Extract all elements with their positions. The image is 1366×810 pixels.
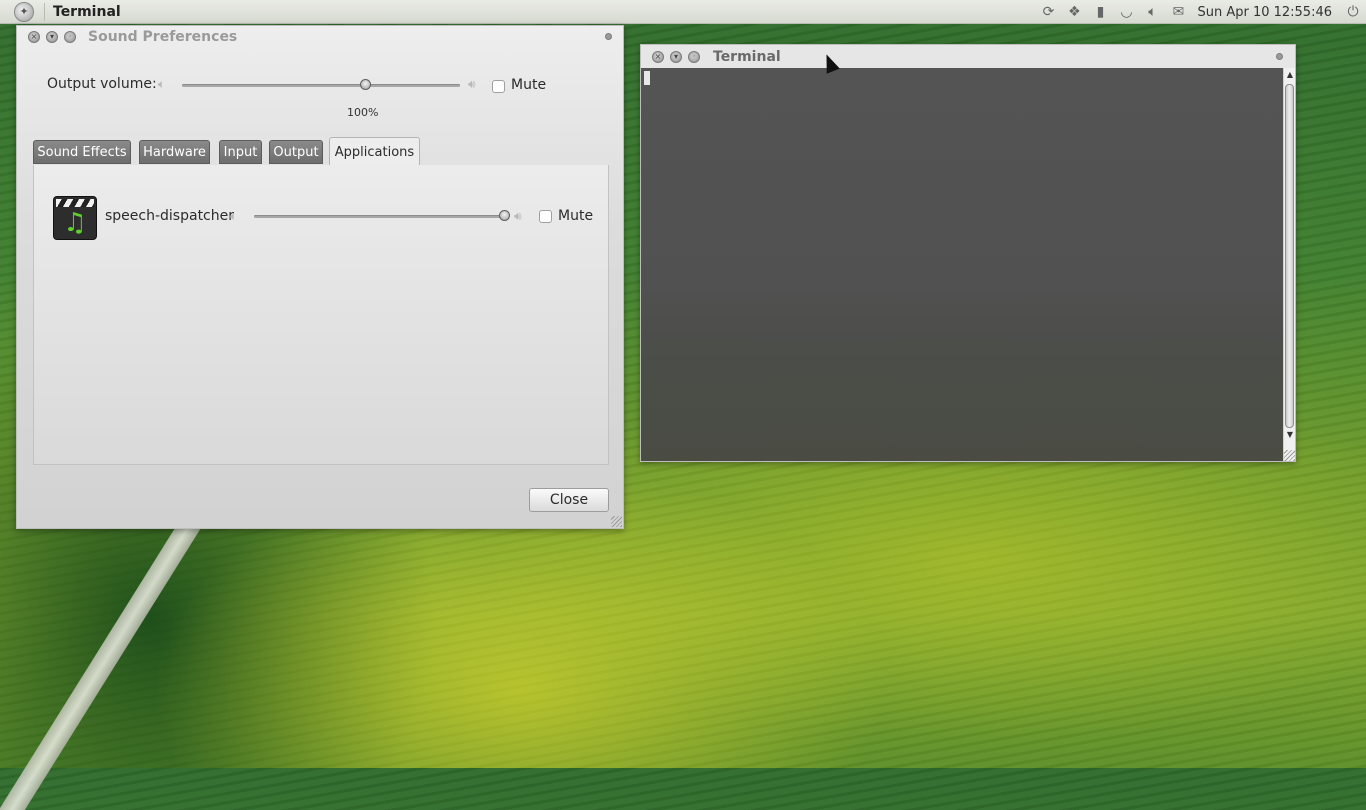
terminal-maximize-icon[interactable]: ◦: [688, 50, 700, 63]
terminal-resize-grip[interactable]: [1284, 450, 1295, 461]
terminal-output-area[interactable]: [641, 68, 1283, 461]
volume-high-icon: 🔊︎: [468, 77, 476, 91]
minimize-window-icon[interactable]: ▾: [46, 31, 58, 43]
output-volume-percent: 100%: [347, 106, 379, 119]
mail-icon[interactable]: ✉: [1169, 3, 1187, 21]
active-window-title: Terminal: [53, 3, 121, 20]
media-app-icon: ♫: [53, 196, 97, 240]
terminal-scrollbar[interactable]: ▲ ▼: [1283, 68, 1295, 461]
clapperboard-icon: [56, 199, 94, 207]
resize-grip[interactable]: [611, 516, 622, 527]
output-mute-label[interactable]: Mute: [511, 77, 546, 93]
scrollbar-thumb[interactable]: [1285, 84, 1294, 428]
output-volume-label: Output volume:: [47, 76, 157, 92]
window-title: Sound Preferences: [88, 29, 238, 45]
sound-titlebar[interactable]: × ▾ ◦ Sound Preferences: [17, 26, 623, 48]
volume-icon[interactable]: 🔈︎: [1143, 3, 1161, 21]
menu-logo-icon[interactable]: ✦: [14, 1, 34, 22]
network-sync-icon[interactable]: ⟳: [1039, 3, 1057, 21]
sound-preferences-window: × ▾ ◦ Sound Preferences Output volume: 🔈…: [16, 25, 624, 529]
power-icon[interactable]: ⏻: [1344, 3, 1362, 21]
terminal-menu-icon[interactable]: [1276, 53, 1283, 60]
wifi-icon[interactable]: ◡: [1117, 3, 1135, 21]
tab-input[interactable]: Input: [219, 140, 262, 164]
music-note-icon: ♫: [63, 208, 87, 238]
top-panel: ✦ Terminal ⟳ ❖ ▮ ◡ 🔈︎ ✉ Sun Apr 10 12:55…: [0, 0, 1366, 24]
terminal-close-icon[interactable]: ×: [652, 50, 664, 63]
output-mute-checkbox[interactable]: [492, 80, 505, 93]
close-window-icon[interactable]: ×: [28, 31, 40, 43]
window-menu-icon[interactable]: [605, 33, 612, 40]
text-cursor: [644, 71, 650, 85]
terminal-window: × ▾ ◦ Terminal ▲ ▼: [640, 44, 1296, 462]
app-mute-label[interactable]: Mute: [558, 208, 593, 224]
app-volume-knob[interactable]: [499, 210, 510, 221]
battery-icon[interactable]: ▮: [1091, 3, 1109, 21]
app-volume-slider[interactable]: [254, 215, 504, 218]
scroll-up-icon[interactable]: ▲: [1285, 70, 1295, 79]
terminal-title: Terminal: [713, 48, 781, 65]
system-tray: ⟳ ❖ ▮ ◡ 🔈︎ ✉ Sun Apr 10 12:55:46 ⏻: [1035, 0, 1366, 24]
app-mute-checkbox[interactable]: [539, 210, 552, 223]
scroll-down-icon[interactable]: ▼: [1285, 430, 1295, 439]
dropbox-icon[interactable]: ❖: [1065, 3, 1083, 21]
maximize-window-icon[interactable]: ◦: [64, 31, 76, 43]
app-volume-high-icon: 🔊︎: [514, 209, 522, 223]
terminal-minimize-icon[interactable]: ▾: [670, 50, 682, 63]
output-volume-slider[interactable]: [182, 84, 460, 87]
tab-hardware[interactable]: Hardware: [139, 140, 210, 164]
desktop-road: [0, 520, 207, 810]
tab-sound-effects[interactable]: Sound Effects: [33, 140, 131, 164]
clock[interactable]: Sun Apr 10 12:55:46: [1197, 5, 1332, 20]
panel-separator: [44, 2, 45, 21]
output-volume-knob[interactable]: [360, 79, 372, 90]
close-button[interactable]: Close: [529, 488, 609, 512]
volume-low-icon: 🔈︎: [158, 77, 166, 91]
tab-applications[interactable]: Applications: [329, 137, 420, 166]
app-name: speech-dispatcher: [105, 208, 234, 224]
app-volume-low-icon: 🔈︎: [230, 209, 238, 223]
tab-output[interactable]: Output: [269, 140, 323, 164]
terminal-titlebar[interactable]: × ▾ ◦ Terminal: [641, 45, 1295, 68]
